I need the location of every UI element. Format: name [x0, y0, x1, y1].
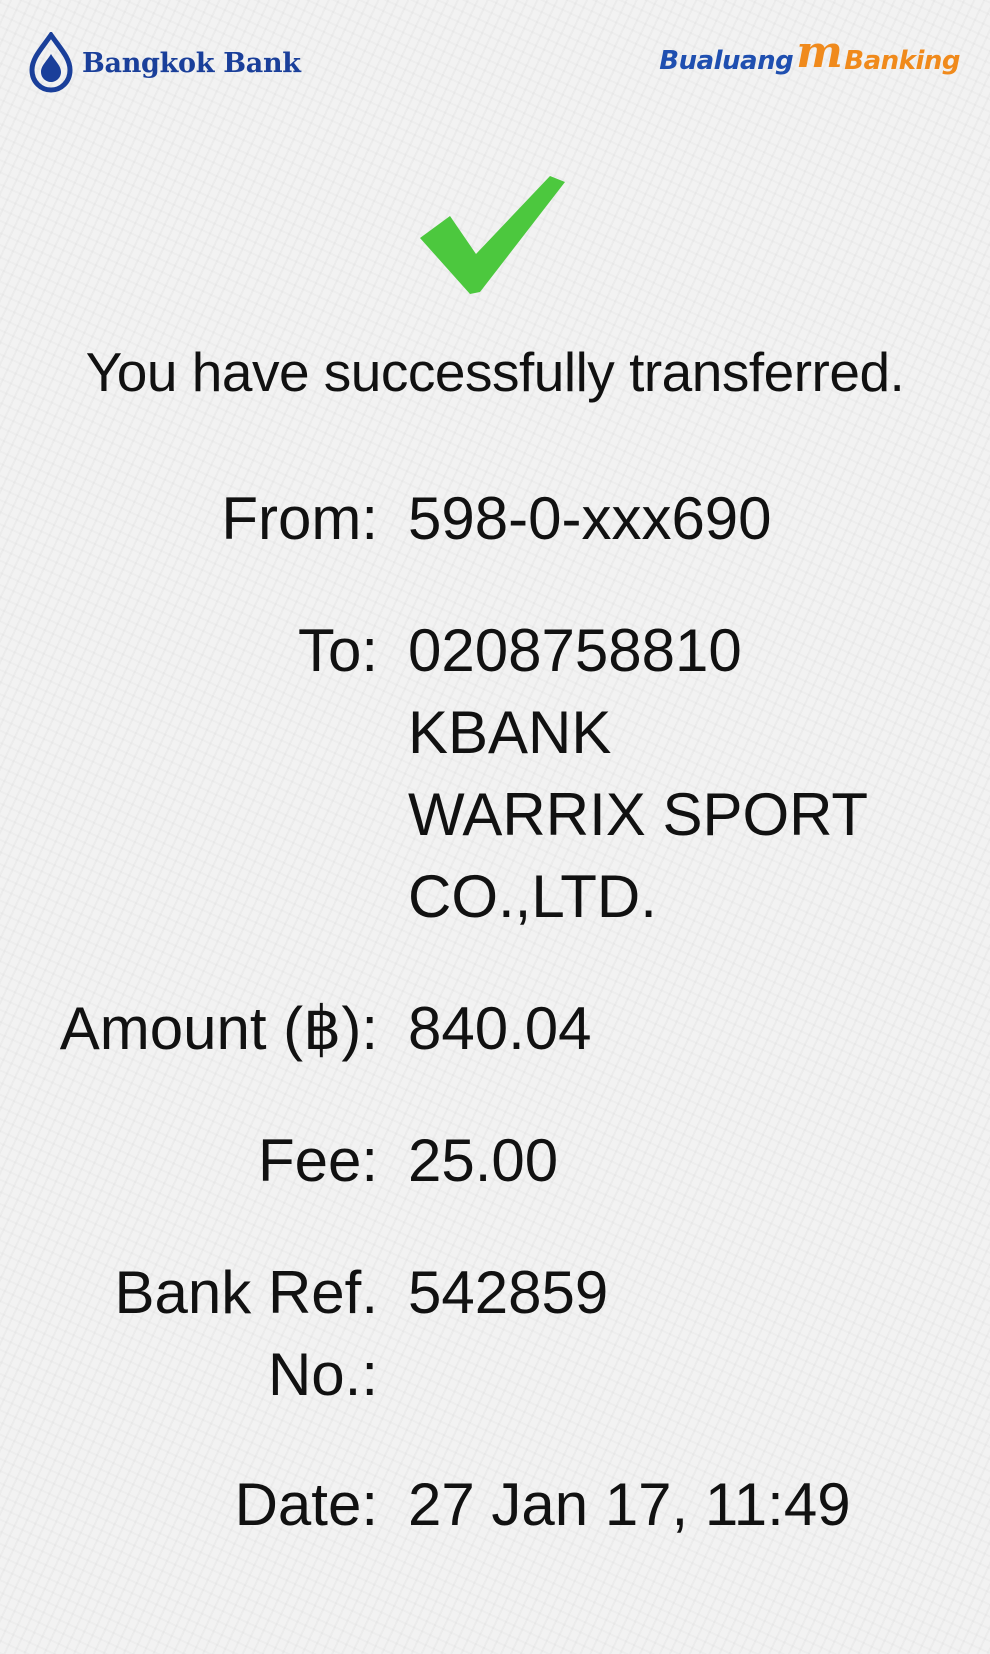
logo-text-banking: Banking — [844, 46, 960, 76]
to-name-line2: CO.,LTD. — [408, 863, 657, 930]
header: Bangkok Bank Bualuang m Banking — [0, 28, 990, 98]
to-bank: KBANK — [408, 699, 612, 766]
bank-name: Bangkok Bank — [82, 47, 301, 79]
detail-row-bank-ref: Bank Ref. No.: 542859 — [0, 1252, 990, 1416]
detail-row-from: From: 598-0-xxx690 — [0, 478, 990, 560]
bank-ref-label: Bank Ref. No.: — [0, 1252, 408, 1416]
bangkok-bank-logo: Bangkok Bank — [28, 32, 301, 94]
detail-row-to: To: 0208758810 KBANK WARRIX SPORT CO.,LT… — [0, 610, 990, 938]
check-mark-icon — [420, 176, 565, 294]
bangkok-bank-lotus-icon — [29, 32, 73, 93]
bank-ref-value: 542859 — [408, 1259, 609, 1326]
date-value: 27 Jan 17, 11:49 — [408, 1471, 851, 1538]
transfer-details: From: 598-0-xxx690 To: 0208758810 KBANK … — [0, 478, 990, 1546]
to-account: 0208758810 — [408, 617, 742, 684]
date-label: Date: — [234, 1471, 378, 1538]
to-label: To: — [297, 617, 378, 684]
amount-label: Amount (฿): — [59, 995, 378, 1062]
logo-text-bualuang: Bualuang — [659, 46, 794, 76]
bank-ref-label-line2: No.: — [267, 1341, 378, 1408]
from-account: 598-0-xxx690 — [408, 485, 772, 552]
from-label: From: — [221, 485, 378, 552]
bank-ref-label-line1: Bank Ref. — [114, 1259, 378, 1326]
to-name-line1: WARRIX SPORT — [408, 781, 869, 848]
detail-row-amount: Amount (฿): 840.04 — [0, 988, 990, 1070]
fee-value: 25.00 — [408, 1127, 559, 1194]
detail-row-date: Date: 27 Jan 17, 11:49 — [0, 1464, 990, 1546]
fee-label: Fee: — [257, 1127, 378, 1194]
to-recipient: 0208758810 KBANK WARRIX SPORT CO.,LTD. — [408, 610, 990, 938]
logo-text-m: m — [796, 27, 843, 78]
detail-row-fee: Fee: 25.00 — [0, 1120, 990, 1202]
bualuang-mbanking-logo: Bualuang m Banking — [659, 31, 960, 77]
success-message: You have successfully transferred. — [85, 341, 905, 403]
amount-value: 840.04 — [408, 995, 592, 1062]
